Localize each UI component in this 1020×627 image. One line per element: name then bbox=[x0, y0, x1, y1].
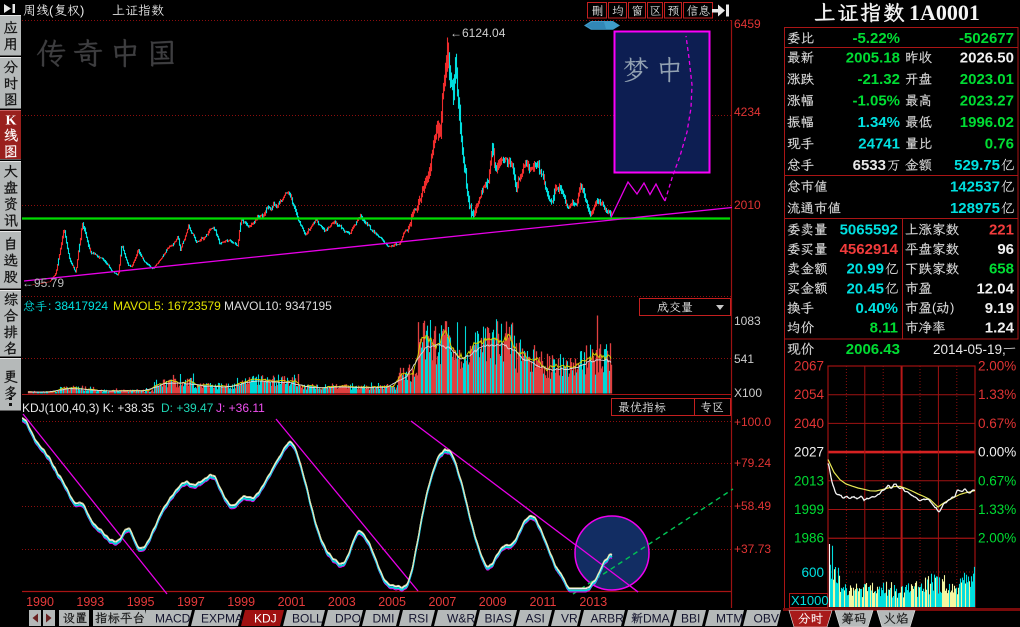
svg-text:BBI: BBI bbox=[681, 612, 700, 626]
svg-text:1999: 1999 bbox=[227, 595, 255, 609]
svg-text:+58.49: +58.49 bbox=[734, 499, 771, 513]
svg-text:20.99: 20.99 bbox=[846, 261, 884, 278]
svg-text:VR: VR bbox=[561, 612, 578, 626]
svg-text:1.34%: 1.34% bbox=[857, 114, 900, 131]
svg-text:6459: 6459 bbox=[734, 17, 761, 31]
svg-text:1997: 1997 bbox=[177, 595, 205, 609]
svg-text:2003: 2003 bbox=[328, 595, 356, 609]
svg-text:2013: 2013 bbox=[794, 473, 824, 488]
svg-text:658: 658 bbox=[989, 261, 1014, 278]
svg-text:ARBR: ARBR bbox=[591, 612, 625, 626]
svg-text:-1.05%: -1.05% bbox=[852, 93, 900, 110]
svg-text:5065592: 5065592 bbox=[840, 222, 898, 239]
svg-text:X100: X100 bbox=[734, 386, 762, 400]
svg-text:142537: 142537 bbox=[950, 179, 1000, 196]
svg-text:2.00%: 2.00% bbox=[978, 359, 1016, 374]
svg-text:529.75: 529.75 bbox=[954, 157, 1000, 174]
svg-text:24741: 24741 bbox=[858, 136, 900, 153]
svg-text:0.67%: 0.67% bbox=[978, 416, 1016, 431]
svg-text:D: +39.47: D: +39.47 bbox=[161, 401, 214, 415]
svg-text:RSI: RSI bbox=[409, 612, 429, 626]
svg-text:2040: 2040 bbox=[794, 416, 824, 431]
svg-text:(: ( bbox=[49, 3, 54, 18]
svg-text:2014-05-19,: 2014-05-19, bbox=[933, 342, 1006, 357]
svg-text:2023.27: 2023.27 bbox=[960, 93, 1014, 110]
svg-text:20.45: 20.45 bbox=[846, 280, 884, 297]
svg-text:221: 221 bbox=[989, 222, 1014, 239]
svg-text:0.67%: 0.67% bbox=[978, 473, 1016, 488]
svg-text:2005: 2005 bbox=[378, 595, 406, 609]
svg-text:9.19: 9.19 bbox=[985, 300, 1014, 317]
svg-text:2013: 2013 bbox=[579, 595, 607, 609]
svg-text:0.76: 0.76 bbox=[985, 136, 1014, 153]
svg-text:1083: 1083 bbox=[734, 314, 761, 328]
svg-text:J: +36.11: J: +36.11 bbox=[216, 401, 265, 415]
svg-text:-5.22%: -5.22% bbox=[852, 30, 900, 47]
svg-text:4562914: 4562914 bbox=[840, 241, 899, 258]
svg-text:): ) bbox=[80, 3, 84, 18]
svg-text:1.33%: 1.33% bbox=[978, 502, 1016, 517]
svg-text:6533: 6533 bbox=[853, 157, 886, 174]
svg-text:-21.32: -21.32 bbox=[857, 71, 900, 88]
svg-text:600: 600 bbox=[801, 565, 824, 580]
svg-text:): ) bbox=[950, 300, 954, 315]
svg-text:2005.18: 2005.18 bbox=[846, 50, 900, 67]
svg-text:96: 96 bbox=[997, 241, 1014, 258]
svg-text:←95.79: ←95.79 bbox=[22, 276, 64, 290]
svg-text:KDJ(100,40,3) K: +38.35: KDJ(100,40,3) K: +38.35 bbox=[22, 401, 155, 415]
svg-text:OBV: OBV bbox=[754, 612, 779, 626]
svg-text:2009: 2009 bbox=[479, 595, 507, 609]
svg-text:2010: 2010 bbox=[734, 198, 761, 212]
svg-text:-502677: -502677 bbox=[959, 30, 1014, 47]
svg-text:541: 541 bbox=[734, 352, 754, 366]
svg-text:1.24: 1.24 bbox=[985, 320, 1015, 337]
svg-text:1A0001: 1A0001 bbox=[909, 0, 980, 25]
svg-text:2023.01: 2023.01 bbox=[960, 71, 1014, 88]
svg-text:DPO: DPO bbox=[335, 612, 361, 626]
svg-text:+37.73: +37.73 bbox=[734, 542, 771, 556]
svg-text:+100.0: +100.0 bbox=[734, 415, 771, 429]
svg-text:4234: 4234 bbox=[734, 105, 761, 119]
svg-text:2007: 2007 bbox=[428, 595, 456, 609]
svg-text:K: K bbox=[6, 114, 17, 129]
svg-text:BOLL: BOLL bbox=[292, 612, 323, 626]
svg-text:12.04: 12.04 bbox=[976, 280, 1014, 297]
svg-text:BIAS: BIAS bbox=[485, 612, 512, 626]
svg-text:KDJ: KDJ bbox=[254, 612, 277, 626]
svg-text:2011: 2011 bbox=[530, 595, 557, 609]
svg-text:1986: 1986 bbox=[794, 531, 824, 546]
svg-text:DMA: DMA bbox=[643, 612, 670, 626]
svg-text:1.33%: 1.33% bbox=[978, 387, 1016, 402]
svg-text:1995: 1995 bbox=[127, 595, 155, 609]
svg-text:128975: 128975 bbox=[950, 200, 1000, 217]
svg-text:MTM: MTM bbox=[716, 612, 743, 626]
svg-text:2026.50: 2026.50 bbox=[960, 50, 1014, 67]
svg-text:(: ( bbox=[932, 300, 937, 315]
svg-text:W&R: W&R bbox=[447, 612, 475, 626]
svg-text:0.40%: 0.40% bbox=[855, 300, 898, 317]
svg-text:MAVOL10: 9347195: MAVOL10: 9347195 bbox=[224, 299, 332, 313]
svg-text:: 38417924: : 38417924 bbox=[48, 299, 108, 313]
svg-text:1990: 1990 bbox=[26, 595, 54, 609]
svg-text:X1000: X1000 bbox=[791, 593, 829, 608]
svg-text:2054: 2054 bbox=[794, 387, 825, 402]
svg-text:0.00%: 0.00% bbox=[978, 445, 1016, 460]
svg-text:8.11: 8.11 bbox=[870, 320, 898, 337]
svg-text:1996.02: 1996.02 bbox=[960, 114, 1014, 131]
svg-text:2.00%: 2.00% bbox=[978, 531, 1016, 546]
svg-text:2027: 2027 bbox=[794, 445, 824, 460]
svg-text:1999: 1999 bbox=[794, 502, 824, 517]
svg-text:DMI: DMI bbox=[373, 612, 395, 626]
svg-text:1993: 1993 bbox=[76, 595, 104, 609]
svg-text:2006.43: 2006.43 bbox=[846, 341, 900, 358]
svg-text:2067: 2067 bbox=[794, 359, 824, 374]
svg-text:EXPMA: EXPMA bbox=[201, 612, 243, 626]
svg-text:2001: 2001 bbox=[278, 595, 306, 609]
svg-text:MAVOL5: 16723579: MAVOL5: 16723579 bbox=[113, 299, 221, 313]
svg-text:MACD: MACD bbox=[155, 612, 191, 626]
svg-text:←6124.04: ←6124.04 bbox=[450, 26, 506, 40]
svg-text:+79.24: +79.24 bbox=[734, 456, 771, 470]
svg-text:ASI: ASI bbox=[526, 612, 545, 626]
